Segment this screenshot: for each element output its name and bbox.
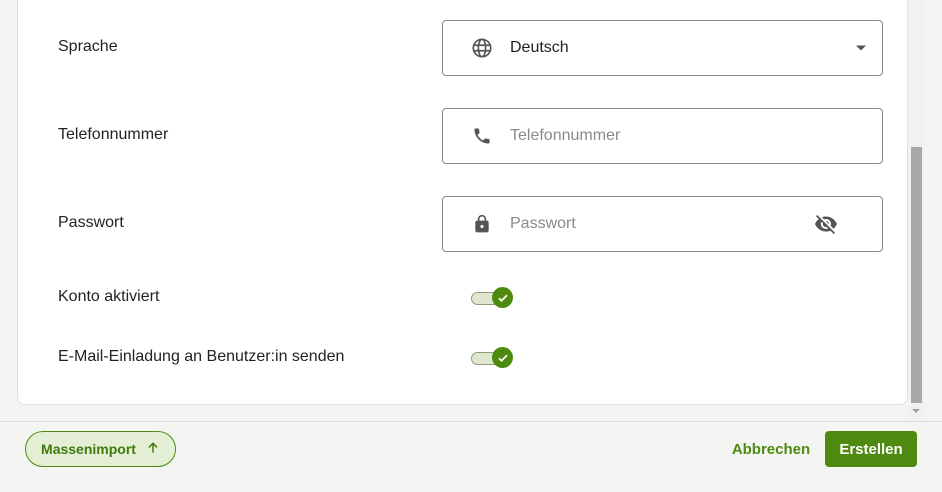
chevron-down-icon [856,45,866,51]
password-input[interactable] [510,215,810,233]
globe-icon [471,37,493,59]
account-active-label: Konto aktiviert [58,288,160,305]
phone-label: Telefonnummer [58,126,169,143]
scrollbar-thumb[interactable] [911,147,922,403]
email-invite-toggle[interactable] [471,347,513,369]
scroll-down-icon[interactable] [912,409,920,413]
language-select[interactable]: Deutsch [442,20,883,76]
check-icon [492,287,513,308]
create-user-dialog: Sprache Deutsch Telefonnummer Passwort [0,0,942,492]
cancel-button[interactable]: Abbrechen [725,431,817,467]
bulk-import-button[interactable]: Massenimport [25,431,176,467]
language-value: Deutsch [510,39,569,56]
arrow-up-icon [146,441,160,458]
check-icon [492,347,513,368]
account-active-toggle[interactable] [471,287,513,309]
lock-icon [471,213,493,235]
phone-field[interactable] [442,108,883,164]
phone-input[interactable] [510,127,810,145]
bulk-import-label: Massenimport [41,441,136,457]
create-button[interactable]: Erstellen [825,431,917,467]
password-field[interactable] [442,196,883,252]
language-label: Sprache [58,38,118,55]
password-label: Passwort [58,214,124,231]
email-invite-label: E-Mail-Einladung an Benutzer:in senden [58,348,345,365]
phone-icon [471,125,493,147]
eye-off-icon[interactable] [814,212,838,236]
footer-divider [0,421,942,422]
